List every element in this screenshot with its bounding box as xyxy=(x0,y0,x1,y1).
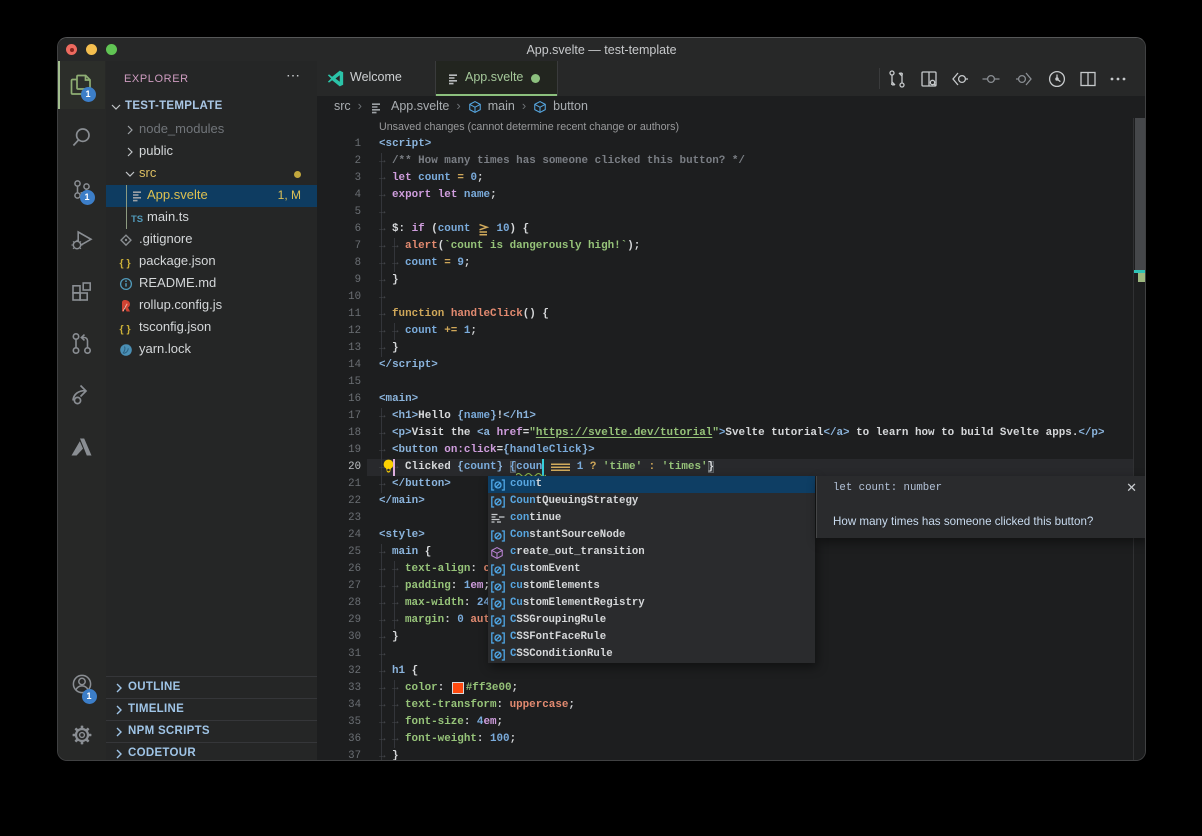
svg-text:TS: TS xyxy=(131,214,143,225)
svg-text:{ }: { } xyxy=(120,257,131,269)
svg-text:{ }: { } xyxy=(120,323,131,335)
